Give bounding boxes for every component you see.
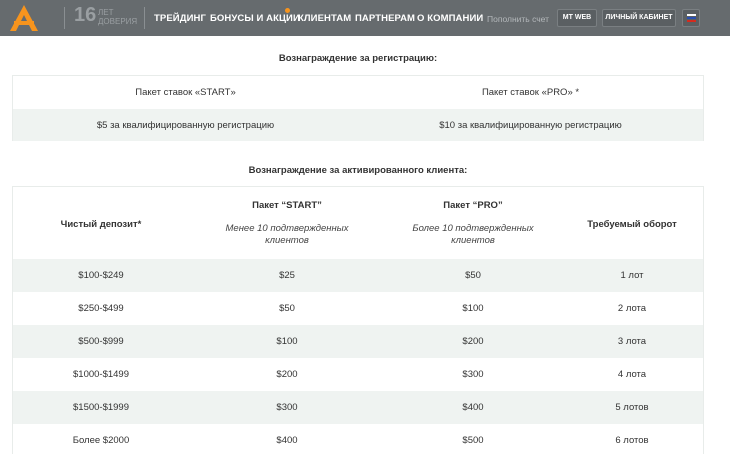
- registration-table: Пакет ставок «START» Пакет ставок «PRO» …: [12, 75, 704, 141]
- notification-dot: [285, 8, 290, 13]
- header-cell-pro: Пакет ставок «PRO» *: [481, 87, 580, 98]
- table-row: Более $2000 $400 $500 6 лотов: [13, 424, 703, 454]
- header-cell-start: Пакет ставок «START»: [135, 87, 236, 98]
- table-row: $1000-$1499 $200 $300 4 лота: [13, 358, 703, 391]
- cell-start: $50: [279, 303, 295, 314]
- cell-deposit: $250-$499: [78, 303, 124, 314]
- col-header-start-sub: Менее 10 подтвержденных клиентов: [189, 223, 385, 247]
- nav-bonuses[interactable]: БОНУСЫ И АКЦИИ: [210, 13, 300, 24]
- col-header-start-sub-line-1: Менее 10 подтвержденных: [225, 223, 349, 234]
- top-nav-bar: 16 ЛЕТ ДОВЕРИЯ ТРЕЙДИНГ БОНУСЫ И АКЦИИ К…: [0, 0, 730, 36]
- nav-partners[interactable]: ПАРТНЕРАМ: [355, 13, 415, 24]
- cell-turnover: 1 лот: [620, 270, 644, 281]
- cell-turnover: 3 лота: [617, 336, 647, 347]
- registration-title: Вознаграждение за регистрацию:: [278, 53, 438, 64]
- cell-pro: $50: [465, 270, 481, 281]
- col-header-pro-sub-line-2: клиентов: [451, 235, 495, 246]
- header-divider: [144, 7, 145, 29]
- cell-turnover: 5 лотов: [615, 402, 649, 413]
- value-cell-pro: $10 за квалифицированную регистрацию: [439, 120, 622, 131]
- table-row: $500-$999 $100 $200 3 лота: [13, 325, 703, 358]
- cell-turnover: 2 лота: [617, 303, 647, 314]
- col-header-deposit: Чистый депозит*: [60, 219, 142, 230]
- col-header-start-sub-line-2: клиентов: [265, 235, 309, 246]
- cell-pro: $500: [462, 435, 484, 446]
- table-row: $1500-$1999 $300 $400 5 лотов: [13, 391, 703, 424]
- years-number: 16: [74, 4, 97, 26]
- cell-pro: $400: [462, 402, 484, 413]
- cell-deposit: $100-$249: [78, 270, 124, 281]
- activated-client-table: Чистый депозит* Пакет “START” Менее 10 п…: [12, 186, 704, 454]
- cell-pro: $200: [462, 336, 484, 347]
- cell-start: $200: [276, 369, 298, 380]
- years-label: ЛЕТ ДОВЕРИЯ: [98, 8, 137, 26]
- cell-pro: $100: [462, 303, 484, 314]
- cell-start: $300: [276, 402, 298, 413]
- logo-a-icon[interactable]: [8, 4, 40, 32]
- cell-turnover: 6 лотов: [615, 435, 649, 446]
- col-header-start: Пакет “START”: [252, 200, 322, 211]
- years-label-line-2: ДОВЕРИЯ: [98, 17, 138, 26]
- cell-start: $400: [276, 435, 298, 446]
- years-label-line-1: ЛЕТ: [98, 8, 114, 17]
- nav-trading[interactable]: ТРЕЙДИНГ: [154, 13, 206, 24]
- table-header-row: Пакет ставок «START» Пакет ставок «PRO» …: [13, 76, 703, 108]
- value-cell-start: $5 за квалифицированную регистрацию: [96, 120, 275, 131]
- nav-clients[interactable]: КЛИЕНТАМ: [298, 13, 351, 24]
- header-divider: [64, 7, 65, 29]
- table-row: $5 за квалифицированную регистрацию $10 …: [13, 109, 703, 141]
- deposit-link[interactable]: Пополнить счет: [487, 14, 549, 24]
- cell-turnover: 4 лота: [617, 369, 647, 380]
- personal-cabinet-button[interactable]: ЛИЧНЫЙ КАБИНЕТ: [602, 9, 676, 27]
- cell-start: $100: [276, 336, 298, 347]
- activated-client-title: Вознаграждение за активированного клиент…: [248, 165, 468, 176]
- cell-deposit: $500-$999: [78, 336, 124, 347]
- russian-flag-icon[interactable]: [682, 9, 700, 27]
- table-row: $250-$499 $50 $100 2 лота: [13, 292, 703, 325]
- col-header-pro-sub-line-1: Более 10 подтвержденных: [412, 223, 534, 234]
- cell-deposit: $1500-$1999: [73, 402, 129, 413]
- nav-about[interactable]: О КОМПАНИИ: [417, 13, 483, 24]
- cell-pro: $300: [462, 369, 484, 380]
- cell-deposit: Более $2000: [72, 435, 130, 446]
- cell-deposit: $1000-$1499: [73, 369, 129, 380]
- cell-start: $25: [279, 270, 295, 281]
- table-row: $100-$249 $25 $50 1 лот: [13, 259, 703, 292]
- col-header-turnover: Требуемый оборот: [587, 219, 677, 230]
- col-header-pro: Пакет “PRO”: [443, 200, 503, 211]
- col-header-pro-sub: Более 10 подтвержденных клиентов: [385, 223, 561, 247]
- mt-web-button[interactable]: MT WEB: [557, 9, 597, 27]
